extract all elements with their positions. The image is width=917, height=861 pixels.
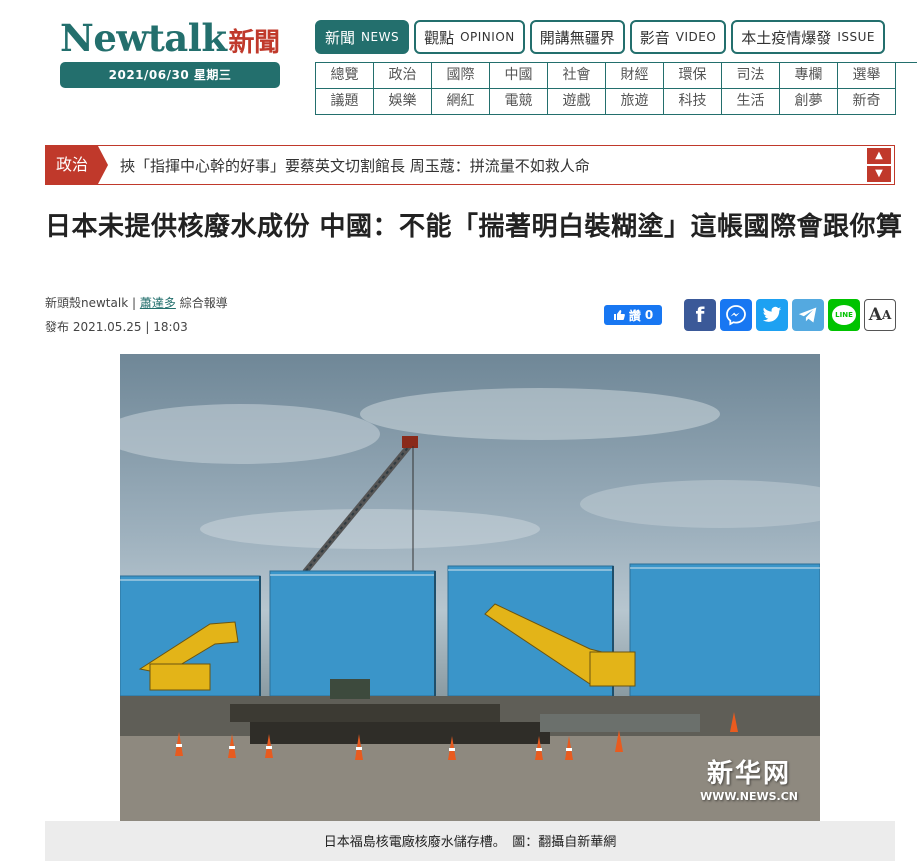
like-count: 0 [644, 308, 654, 322]
category-link[interactable]: 總覽 [316, 63, 374, 89]
ticker-controls: ▲ ▼ [867, 146, 893, 184]
watermark-chinese: 新华网 [707, 759, 792, 789]
logo-wordmark: Newtalk [60, 16, 227, 60]
category-link[interactable]: 國際 [432, 63, 490, 89]
twitter-icon [762, 306, 782, 322]
ticker-headline[interactable]: 挾「指揮中心幹的好事」要蔡英文切割館長 周玉蔻：拼流量不如救人命 [120, 155, 867, 176]
line-share-button[interactable]: LINE [828, 299, 860, 331]
telegram-icon [798, 307, 817, 323]
like-label: 讚 [628, 308, 641, 323]
category-nav: 總覽 政治 國際 中國 社會 財經 環保 司法 專欄 選舉議題 娛樂 網紅 電競 遊戲 旅遊 科技 生活 創夢 新奇 [315, 62, 917, 116]
tab-label-en: OPINION [460, 30, 515, 44]
category-link[interactable]: 財經 [606, 63, 664, 89]
category-link[interactable]: 遊戲 [548, 89, 606, 115]
facebook-icon: f [695, 303, 705, 327]
messenger-icon [726, 305, 746, 326]
category-link[interactable]: 專欄 [780, 63, 838, 89]
category-link[interactable]: 網紅 [432, 89, 490, 115]
main-nav: 新聞 NEWS 觀點 OPINION 開講無疆界 影音 VIDEO 本土疫情爆發… [315, 20, 885, 54]
font-size-button[interactable]: AA [864, 299, 896, 331]
ticker-category[interactable]: 政治 [46, 146, 108, 184]
report-type: 綜合報導 [179, 296, 228, 310]
watermark-url: WWW.NEWS.CN [700, 790, 798, 803]
current-date: 2021/06/30 星期三 [60, 62, 280, 88]
storage-tanks-scene [120, 388, 820, 821]
byline-separator: | [131, 296, 137, 310]
line-icon: LINE [832, 305, 856, 325]
byline-source: 新頭殼newtalk [45, 296, 129, 310]
tab-news[interactable]: 新聞 NEWS [315, 20, 410, 54]
category-link[interactable]: 社會 [548, 63, 606, 89]
category-link[interactable]: 選舉 [838, 63, 896, 89]
category-link[interactable]: 司法 [722, 63, 780, 89]
font-size-icon: A [868, 305, 882, 325]
category-link[interactable]: 生活 [722, 89, 780, 115]
news-ticker: 政治 挾「指揮中心幹的好事」要蔡英文切割館長 周玉蔻：拼流量不如救人命 ▲ ▼ [45, 145, 895, 185]
tab-issue[interactable]: 本土疫情爆發 ISSUE [731, 20, 885, 54]
category-link[interactable]: 科技 [664, 89, 722, 115]
facebook-like-button[interactable]: 讚 0 [604, 305, 662, 325]
font-size-icon-small: A [881, 308, 892, 322]
photo-caption: 日本福島核電廠核廢水儲存槽。 圖：翻攝自新華網 [45, 821, 895, 861]
facebook-share-button[interactable]: f [684, 299, 716, 331]
tab-label: 新聞 [325, 28, 356, 47]
ticker-up-icon[interactable]: ▲ [867, 148, 891, 164]
category-link[interactable]: 旅遊 [606, 89, 664, 115]
tab-label: 觀點 [424, 28, 455, 47]
tab-label: 開講無疆界 [539, 28, 615, 47]
category-link[interactable]: 中國 [490, 63, 548, 89]
article-headline: 日本未提供核廢水成份 中國：不能「揣著明白裝糊塗」這帳國際會跟你算 [45, 212, 903, 242]
category-link[interactable]: 政治 [374, 63, 432, 89]
byline: 新頭殼newtalk | 蕭達多 綜合報導 [45, 296, 228, 310]
category-link[interactable]: 環保 [664, 63, 722, 89]
thumbs-up-icon [613, 310, 625, 320]
category-link[interactable]: 創夢 [780, 89, 838, 115]
category-link[interactable]: 電競 [490, 89, 548, 115]
share-bar: f LINE AA [684, 299, 896, 331]
ticker-down-icon[interactable]: ▼ [867, 166, 891, 182]
tab-label-en: ISSUE [837, 30, 875, 44]
tab-label-en: NEWS [361, 30, 400, 44]
category-link[interactable]: 娛樂 [374, 89, 432, 115]
article-photo: 新华网 WWW.NEWS.CN [120, 354, 820, 821]
tab-label: 影音 [639, 28, 670, 47]
logo-chinese: 新聞 [228, 28, 280, 58]
author-link[interactable]: 蕭達多 [140, 296, 176, 310]
category-link[interactable]: 新奇 [838, 89, 896, 115]
twitter-share-button[interactable] [756, 299, 788, 331]
tab-talk[interactable]: 開講無疆界 [529, 20, 625, 54]
telegram-share-button[interactable] [792, 299, 824, 331]
tab-label-en: VIDEO [675, 30, 717, 44]
tab-video[interactable]: 影音 VIDEO [629, 20, 727, 54]
watermark: 新华网 WWW.NEWS.CN [700, 753, 798, 803]
category-link[interactable]: 議題 [316, 89, 374, 115]
messenger-share-button[interactable] [720, 299, 752, 331]
tab-label: 本土疫情爆發 [741, 28, 832, 47]
category-grid: 總覽 政治 國際 中國 社會 財經 環保 司法 專欄 選舉議題 娛樂 網紅 電競 遊戲 旅遊 科技 生活 創夢 新奇 [315, 62, 917, 115]
site-logo[interactable]: Newtalk新聞 [60, 18, 280, 63]
tab-opinion[interactable]: 觀點 OPINION [414, 20, 525, 54]
publish-date: 發布 2021.05.25 | 18:03 [45, 320, 188, 334]
